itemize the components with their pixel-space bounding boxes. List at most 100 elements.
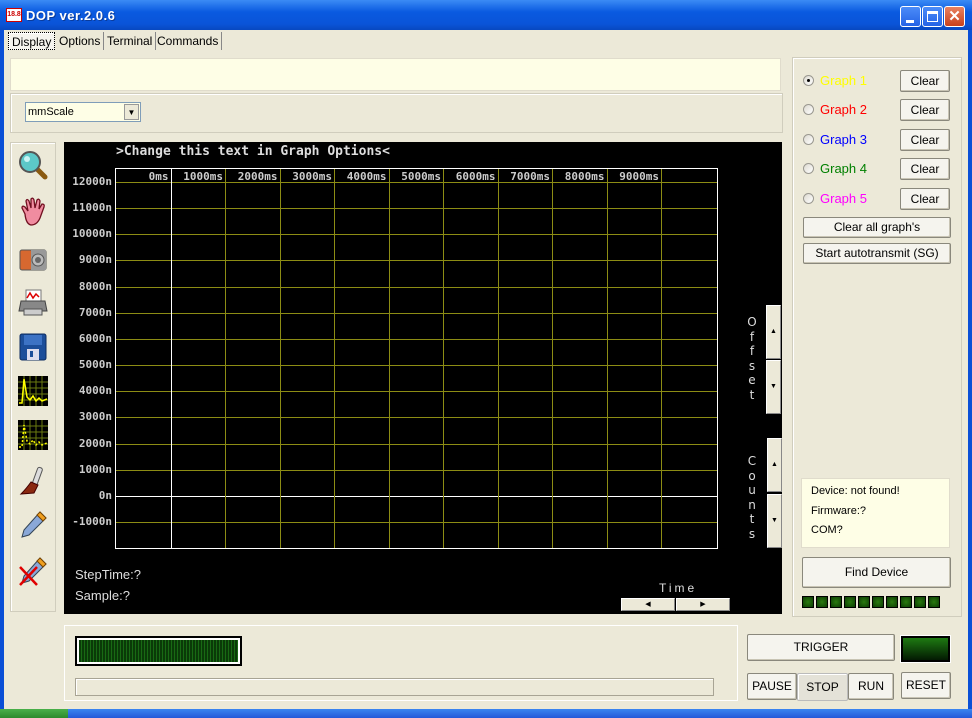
graph-5-label[interactable]: Graph 5: [820, 191, 867, 206]
camera-icon[interactable]: [17, 243, 49, 275]
graph-2-radio[interactable]: [803, 104, 814, 115]
zoom-magnifier-icon[interactable]: [17, 149, 49, 181]
printer-icon[interactable]: [17, 287, 49, 319]
scope-waveform-icon[interactable]: [17, 375, 49, 407]
grid-line-vertical: [225, 169, 226, 548]
grid-line-horizontal: [116, 417, 717, 419]
grid-line-vertical: [661, 169, 662, 548]
reset-button[interactable]: RESET: [901, 672, 951, 699]
vertical-letter: s: [748, 358, 756, 373]
graph-5-radio[interactable]: [803, 193, 814, 204]
progress-bar: [75, 678, 714, 696]
lcd-display: [75, 636, 242, 666]
grid-line-vertical: [170, 169, 172, 548]
graph-3-clear-button[interactable]: Clear: [900, 129, 950, 151]
pen-disabled-icon[interactable]: [17, 555, 49, 587]
status-led: [816, 596, 828, 608]
graph-1-label[interactable]: Graph 1: [820, 73, 867, 88]
tab-terminal[interactable]: Terminal: [104, 32, 157, 50]
vertical-letter: n: [748, 497, 756, 512]
bottom-status-group: [64, 625, 738, 701]
oscilloscope-display[interactable]: >Change this text in Graph Options< 1200…: [64, 142, 782, 614]
graph-1-clear-button[interactable]: Clear: [900, 70, 950, 92]
device-status: Device: not found!: [811, 485, 900, 497]
y-tick-label: 9000n: [78, 253, 112, 267]
scope-waveform-dotted-icon[interactable]: [17, 419, 49, 451]
tab-display[interactable]: Display: [8, 32, 56, 50]
title-bar[interactable]: 18.8 DOP ver.2.0.6 ✕: [0, 0, 972, 30]
vertical-letter: e: [748, 373, 756, 387]
chevron-down-icon[interactable]: ▼: [124, 104, 139, 120]
y-tick-label: -1000n: [72, 514, 112, 528]
offset-up-button[interactable]: ▲: [766, 305, 781, 359]
trigger-button[interactable]: TRIGGER: [747, 634, 895, 661]
arrow-up-icon: ▲: [771, 461, 778, 468]
app-icon: 18.8: [6, 8, 22, 22]
time-left-button[interactable]: ◀: [621, 598, 675, 611]
sample-readout: Sample:?: [75, 588, 130, 603]
vertical-letter: t: [749, 387, 755, 402]
status-led: [858, 596, 870, 608]
status-led: [802, 596, 814, 608]
stop-button[interactable]: STOP: [797, 673, 848, 701]
start-button[interactable]: [0, 709, 68, 718]
y-tick-label: 10000n: [72, 227, 112, 241]
grid-line-horizontal: [116, 443, 717, 445]
grid-line-horizontal: [116, 286, 717, 288]
vertical-letter: C: [747, 454, 757, 468]
com-readout: COM?: [811, 524, 843, 536]
y-tick-label: 4000n: [78, 384, 112, 398]
minimize-button[interactable]: [900, 6, 921, 27]
tab-commands[interactable]: Commands: [154, 32, 223, 50]
graph-3-label[interactable]: Graph 3: [820, 132, 867, 147]
y-tick-label: 3000n: [78, 410, 112, 424]
minimize-icon: [906, 20, 914, 23]
graph-4-clear-button[interactable]: Clear: [900, 158, 950, 180]
close-button[interactable]: ✕: [944, 6, 965, 27]
graph-5-clear-button[interactable]: Clear: [900, 188, 950, 210]
tab-options[interactable]: Options: [56, 32, 105, 50]
counts-label: Counts: [746, 454, 758, 541]
scale-select[interactable]: mmScale ▼: [25, 102, 141, 122]
graph-2-clear-button[interactable]: Clear: [900, 99, 950, 121]
firmware-readout: Firmware:?: [811, 504, 867, 517]
grid-line-horizontal: [116, 260, 717, 262]
graph-4-radio[interactable]: [803, 163, 814, 174]
graph-title: >Change this text in Graph Options<: [116, 144, 390, 159]
clear-all-graphs-button[interactable]: Clear all graph's: [803, 217, 951, 238]
y-tick-label: 2000n: [78, 436, 112, 450]
time-right-button[interactable]: ▶: [676, 598, 730, 611]
pause-button[interactable]: PAUSE: [747, 673, 797, 700]
graph-3-radio[interactable]: [803, 134, 814, 145]
run-button[interactable]: RUN: [848, 673, 894, 700]
trigger-indicator-led: [901, 636, 950, 662]
counts-down-button[interactable]: ▼: [767, 494, 782, 548]
counts-up-button[interactable]: ▲: [767, 438, 782, 492]
device-info-box: Device: not found! Firmware:? COM?: [801, 478, 950, 548]
grid-line-vertical: [497, 169, 499, 548]
floppy-save-icon[interactable]: [17, 331, 49, 363]
arrow-down-icon: ▼: [770, 383, 777, 390]
status-led: [914, 596, 926, 608]
grid-line-horizontal: [116, 391, 717, 393]
y-tick-label: 11000n: [72, 201, 112, 215]
offset-down-button[interactable]: ▼: [766, 360, 781, 414]
pen-icon[interactable]: [17, 509, 49, 541]
pan-hand-icon[interactable]: [17, 196, 49, 228]
graph-4-label[interactable]: Graph 4: [820, 161, 867, 176]
start-autotransmit-button[interactable]: Start autotransmit (SG): [803, 243, 951, 264]
grid-line-vertical: [606, 169, 608, 548]
y-tick-label: 5000n: [78, 358, 112, 372]
tab-bar: Display Options Terminal Commands: [4, 30, 968, 52]
maximize-button[interactable]: [922, 6, 943, 27]
graph-1-radio[interactable]: [803, 75, 814, 86]
find-device-button[interactable]: Find Device: [802, 557, 951, 588]
grid-line-vertical: [279, 169, 281, 548]
close-icon: ✕: [948, 8, 961, 25]
grid-line-vertical: [443, 169, 444, 548]
brush-icon[interactable]: [17, 465, 49, 497]
status-led-bar: [802, 596, 950, 609]
vertical-letter: f: [749, 344, 755, 358]
plot-area[interactable]: 0ms 1000ms 2000ms 3000ms 4000ms 5000ms 6000ms 7…: [115, 168, 718, 549]
graph-2-label[interactable]: Graph 2: [820, 102, 867, 117]
